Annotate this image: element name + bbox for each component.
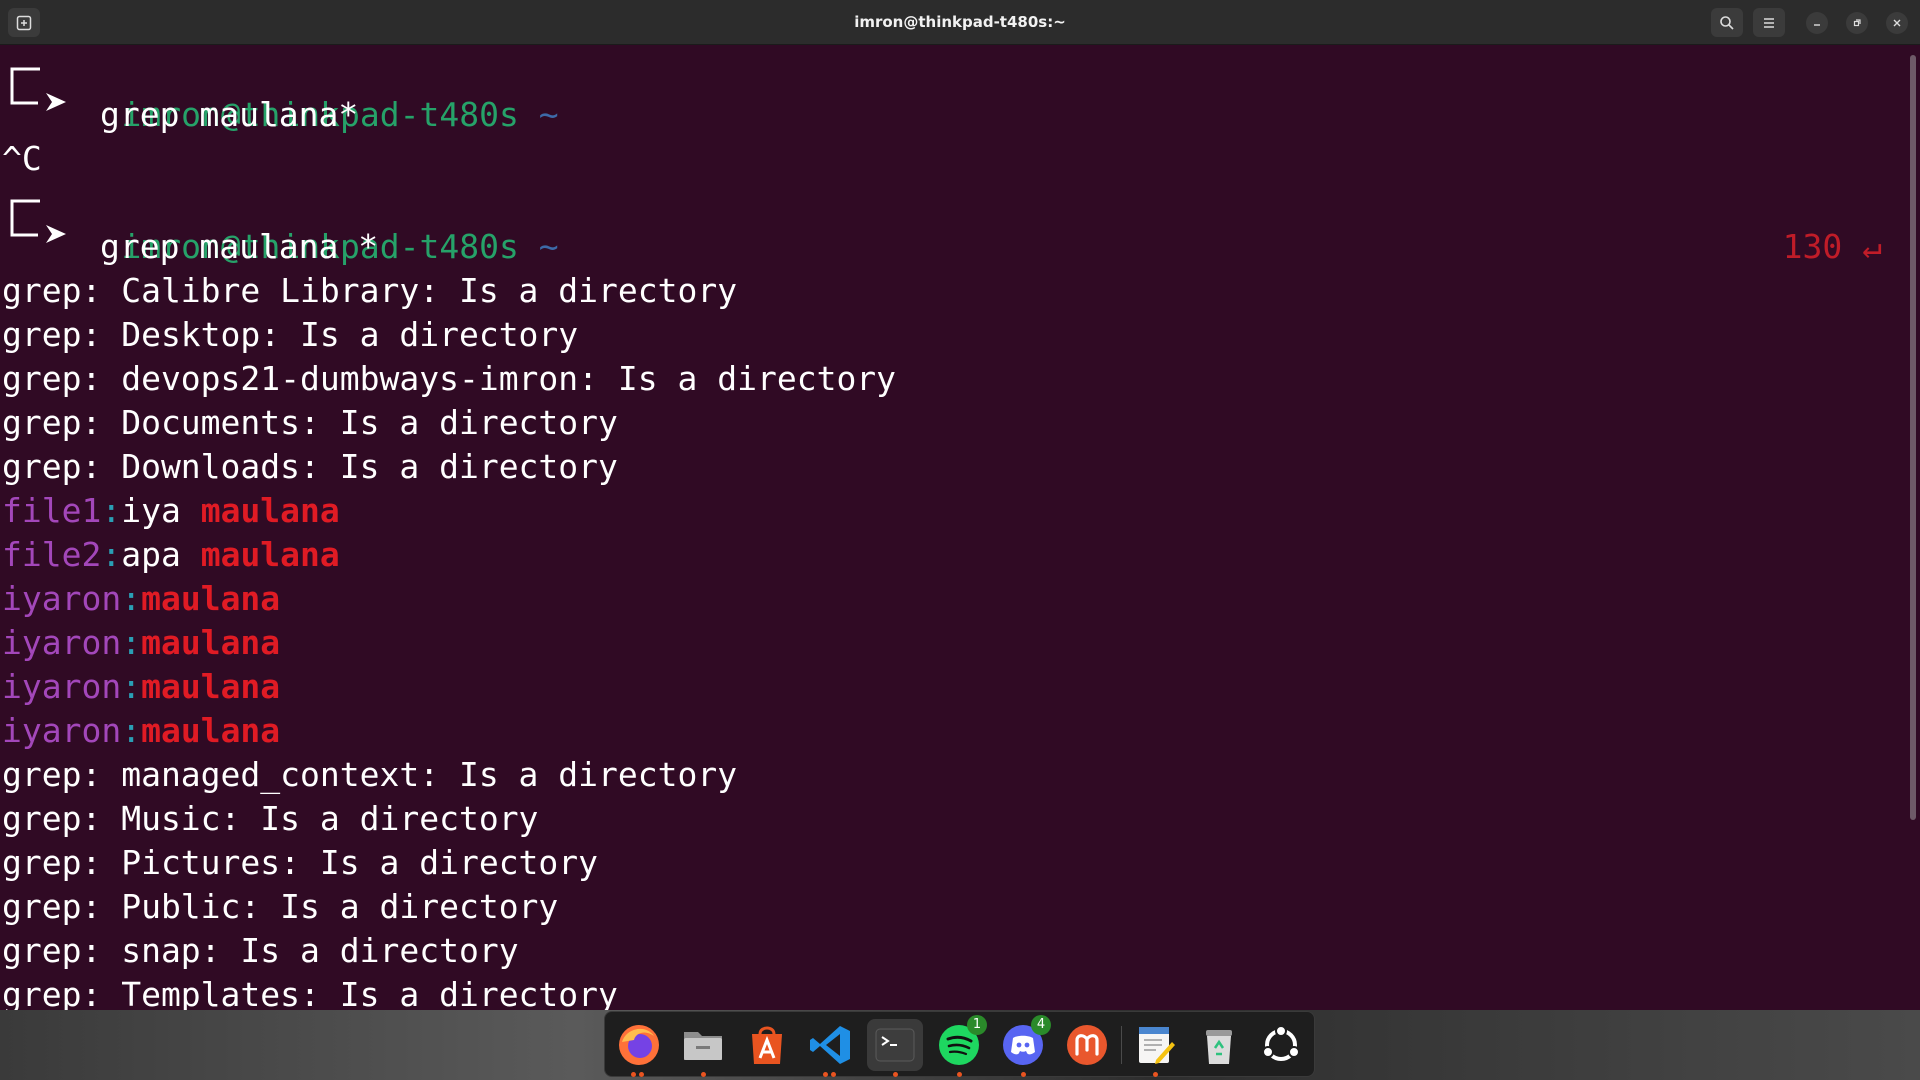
dock-item-trash[interactable] [1193,1019,1245,1071]
match-separator: : [101,535,122,574]
menu-button[interactable] [1753,8,1785,37]
output-line: grep: devops21-dumbways-imron: Is a dire… [2,359,897,398]
output-line: grep: Calibre Library: Is a directory [2,271,738,310]
files-icon [684,1032,722,1060]
terminal-view[interactable]: imron@thinkpad-t480s ~ grep maulana* ^C … [0,45,1920,1010]
minimize-button[interactable] [1806,12,1828,34]
minimize-icon [1814,24,1820,26]
output-line: grep: Music: Is a directory [2,799,539,838]
notification-badge: 1 [967,1015,987,1035]
match-filename: file1 [2,491,102,530]
output-line: grep: Desktop: Is a directory [2,315,579,354]
show-apps-icon [1262,1025,1300,1061]
running-indicator [1021,1072,1026,1077]
firefox-icon [619,1025,659,1065]
match-filename: iyaron [2,623,122,662]
dock-item-firefox[interactable] [613,1019,665,1077]
text-editor-icon [1139,1027,1175,1064]
match-separator: : [121,711,142,750]
app-center-icon [752,1026,782,1064]
match-text: maulana [141,623,281,662]
dock-separator [1121,1026,1122,1064]
running-indicator [1153,1072,1158,1077]
output-line: grep: Downloads: Is a directory [2,447,618,486]
prompt-line: imron@thinkpad-t480s ~ [42,181,558,266]
running-indicator [957,1072,962,1077]
exit-code: 130 ↵ [1782,227,1882,266]
close-icon [1893,19,1901,27]
restore-icon [1853,19,1861,27]
match-prefix: apa [121,535,201,574]
dock-item-text-editor[interactable] [1129,1019,1181,1077]
match-separator: : [121,667,142,706]
match-text: maulana [141,579,281,618]
hamburger-icon [1764,17,1774,28]
terminal-icon [875,1028,915,1062]
match-filename: iyaron [2,579,122,618]
notification-badge: 4 [1031,1015,1051,1035]
match-text: maulana [141,667,281,706]
dock-item-files[interactable] [677,1019,729,1077]
running-indicator [831,1072,836,1077]
output-line: grep: Public: Is a directory [2,887,559,926]
close-button[interactable] [1886,12,1908,34]
scrollbar[interactable] [1910,55,1916,820]
prompt-dir: ~ [538,227,559,266]
match-filename: file2 [2,535,102,574]
dock-item-spotify[interactable]: 1 [933,1015,987,1077]
interrupt-text: ^C [2,139,42,178]
match-line: iyaron:maulana [2,577,280,621]
output-line: grep: Templates: Is a directory [2,975,618,1010]
search-icon [1720,15,1734,30]
match-filename: iyaron [2,667,122,706]
match-text: maulana [200,491,340,530]
output-line: grep: Documents: Is a directory [2,403,618,442]
prompt-dir: ~ [538,95,559,134]
match-line: file2:apa maulana [2,533,340,577]
running-indicator [639,1072,644,1077]
match-text: maulana [141,711,281,750]
match-prefix: iya [121,491,201,530]
search-button[interactable] [1711,8,1743,37]
match-separator: : [121,623,142,662]
dock-item-mastodon[interactable] [1061,1019,1113,1071]
dock-item-app-center[interactable] [741,1019,793,1071]
match-text: maulana [200,535,340,574]
match-line: file1:iya maulana [2,489,340,533]
restore-button[interactable] [1846,12,1868,34]
running-indicator [823,1072,828,1077]
vscode-icon [810,1026,850,1064]
match-line: iyaron:maulana [2,665,280,709]
trash-icon [1206,1030,1232,1064]
output-line: grep: Pictures: Is a directory [2,843,599,882]
dock: 1 4 [604,1011,1315,1077]
command-text: grep maulana * [100,227,379,266]
running-indicator [893,1072,898,1077]
mastodon-icon [1067,1025,1107,1065]
match-separator: : [101,491,122,530]
dock-item-discord[interactable]: 4 [997,1015,1051,1077]
prompt-line: imron@thinkpad-t480s ~ [42,49,558,134]
match-separator: : [121,579,142,618]
dock-item-terminal[interactable] [867,1019,923,1077]
running-indicator [631,1072,636,1077]
output-line: grep: snap: Is a directory [2,931,519,970]
match-line: iyaron:maulana [2,621,280,665]
match-filename: iyaron [2,711,122,750]
dock-item-show-apps[interactable] [1255,1019,1307,1071]
match-line: iyaron:maulana [2,709,280,753]
dock-item-vscode[interactable] [805,1019,857,1077]
window-title: imron@thinkpad-t480s:~ [854,13,1066,31]
command-text: grep maulana* [100,95,359,134]
running-indicator [701,1072,706,1077]
output-line: grep: managed_context: Is a directory [2,755,738,794]
title-bar: imron@thinkpad-t480s:~ [0,0,1920,45]
